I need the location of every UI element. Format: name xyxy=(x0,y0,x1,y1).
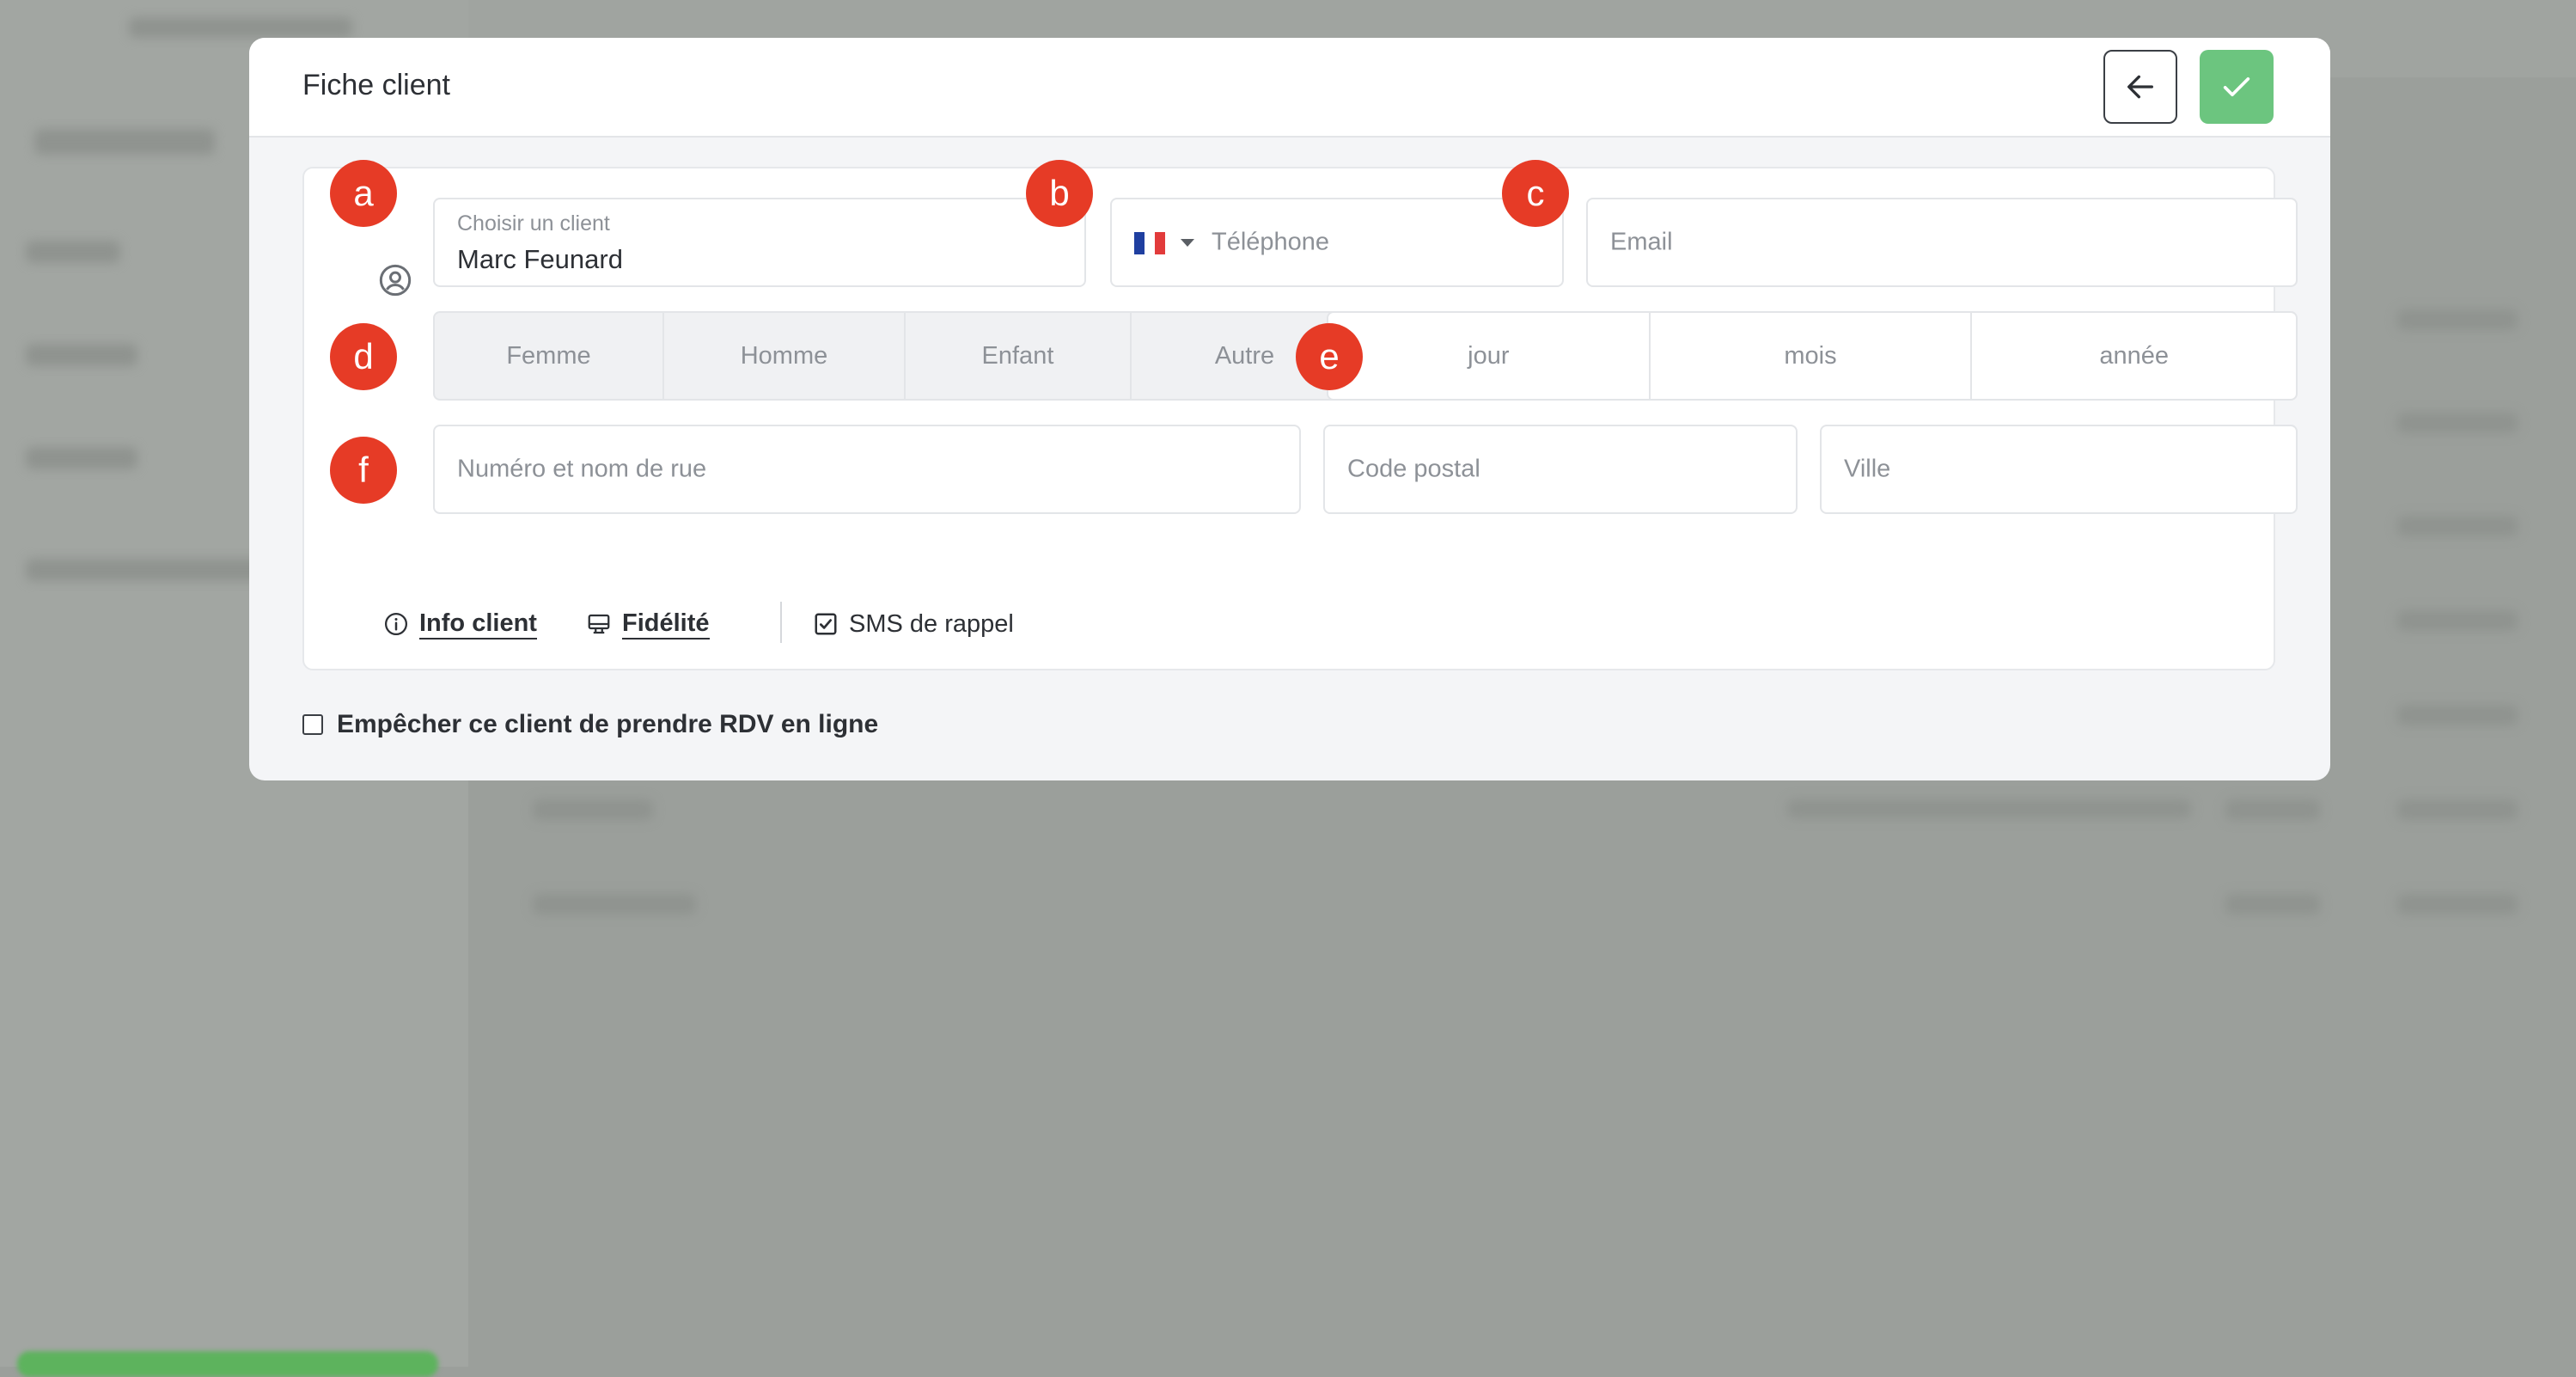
zip-input[interactable]: Code postal xyxy=(1323,425,1798,514)
background-menu-item xyxy=(26,344,137,366)
info-client-link[interactable]: Info client xyxy=(383,605,537,643)
client-select-label: Choisir un client xyxy=(457,211,610,236)
background-row xyxy=(2397,413,2518,433)
city-placeholder: Ville xyxy=(1844,455,1891,483)
background-row xyxy=(2397,309,2518,330)
annotation-badge-c: c xyxy=(1502,160,1569,227)
client-form-card: Choisir un client Marc Feunard Téléphone… xyxy=(302,167,2298,670)
street-placeholder: Numéro et nom de rue xyxy=(457,455,707,483)
confirm-button[interactable] xyxy=(2200,50,2274,124)
background-menu-item xyxy=(26,447,137,469)
zip-placeholder: Code postal xyxy=(1347,455,1480,483)
arrow-left-icon xyxy=(2127,75,2153,99)
gender-option-femme[interactable]: Femme xyxy=(435,313,664,399)
annotation-badge-d: d xyxy=(330,323,397,390)
info-icon xyxy=(385,613,407,635)
chevron-down-icon[interactable] xyxy=(1181,239,1194,247)
annotation-badge-b: b xyxy=(1026,160,1093,227)
background-row xyxy=(2225,799,2320,820)
client-modal: Fiche client Choisir un client Marc Feun… xyxy=(249,38,2330,780)
client-select[interactable]: Choisir un client Marc Feunard xyxy=(433,198,1086,287)
annotation-badge-f: f xyxy=(330,437,397,504)
block-online-booking-label: Empêcher ce client de prendre RDV en lig… xyxy=(337,710,879,738)
links-divider xyxy=(780,602,782,643)
background-row xyxy=(2397,799,2518,820)
block-online-booking-checkbox[interactable]: Empêcher ce client de prendre RDV en lig… xyxy=(302,710,878,739)
sms-reminder-label: SMS de rappel xyxy=(849,610,1014,638)
phone-placeholder: Téléphone xyxy=(1212,228,1330,256)
background-menu-item xyxy=(26,241,120,263)
background-logo xyxy=(129,17,352,38)
street-input[interactable]: Numéro et nom de rue xyxy=(433,425,1301,514)
checkbox-icon[interactable] xyxy=(302,714,323,735)
birthdate-day[interactable]: jour xyxy=(1328,313,1651,399)
background-row xyxy=(2397,610,2518,631)
annotation-badge-e: e xyxy=(1296,323,1363,390)
loyalty-label: Fidélité xyxy=(622,609,710,640)
background-menu-item xyxy=(26,559,284,581)
email-placeholder: Email xyxy=(1610,228,1673,256)
annotation-badge-a: a xyxy=(330,160,397,227)
birthdate-year[interactable]: année xyxy=(1972,313,2296,399)
phone-input[interactable]: Téléphone xyxy=(1110,198,1564,287)
background-row xyxy=(533,799,653,820)
loyalty-link[interactable]: Fidélité xyxy=(586,605,710,643)
background-row xyxy=(1787,799,2191,818)
email-input[interactable]: Email xyxy=(1586,198,2298,287)
checkbox-checked-icon xyxy=(815,613,837,635)
info-client-label: Info client xyxy=(419,609,537,640)
background-green-button xyxy=(17,1351,438,1377)
background-row xyxy=(2397,516,2518,536)
sms-reminder-checkbox[interactable]: SMS de rappel xyxy=(813,605,1014,643)
background-row xyxy=(2397,705,2518,725)
birthdate-selector: jour mois année xyxy=(1327,311,2298,401)
city-input[interactable]: Ville xyxy=(1820,425,2298,514)
gender-option-homme[interactable]: Homme xyxy=(664,313,906,399)
check-icon xyxy=(2223,77,2250,96)
client-links: Info client Fidélité SMS de rappel xyxy=(383,602,1071,643)
modal-header: Fiche client xyxy=(249,38,2330,138)
france-flag-icon[interactable] xyxy=(1134,232,1165,254)
modal-title: Fiche client xyxy=(302,69,450,101)
background-row xyxy=(2225,894,2320,915)
birthdate-month[interactable]: mois xyxy=(1651,313,1973,399)
loyalty-card-icon xyxy=(588,614,610,634)
background-menu-item xyxy=(34,129,215,155)
gender-option-enfant[interactable]: Enfant xyxy=(906,313,1132,399)
user-circle-icon xyxy=(379,264,412,297)
background-row xyxy=(533,894,696,915)
gender-selector: Femme Homme Enfant Autre xyxy=(433,311,1359,401)
background-row xyxy=(2397,894,2518,915)
back-button[interactable] xyxy=(2103,50,2177,124)
client-select-value: Marc Feunard xyxy=(457,244,623,274)
